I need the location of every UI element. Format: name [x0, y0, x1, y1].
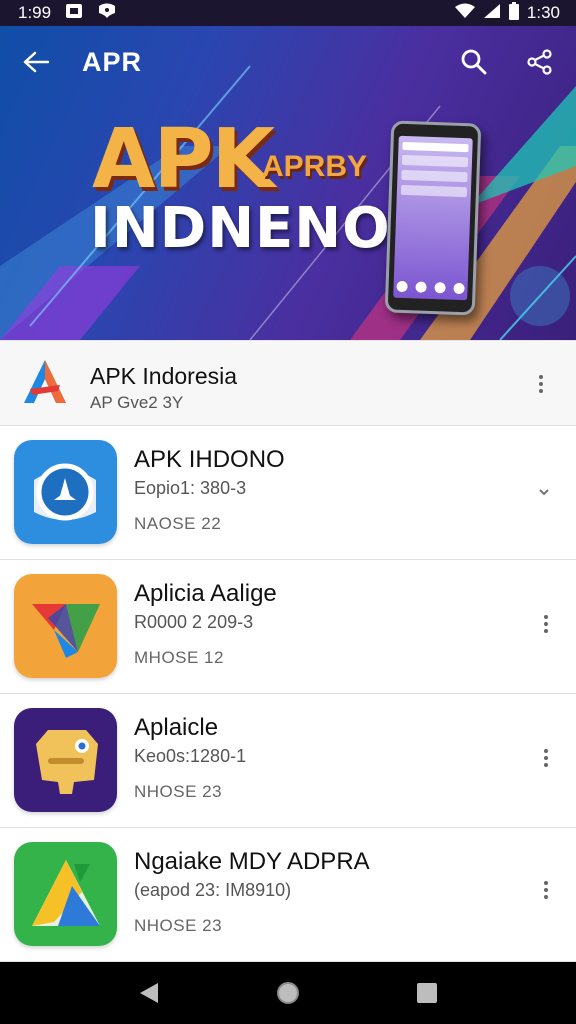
app-list-item[interactable]: Aplicia Aalige R0000 2 209-3 MHOSE 12: [0, 560, 576, 694]
share-icon: [527, 49, 552, 75]
app-meta: R0000 2 209-3: [134, 612, 254, 632]
wifi-icon: [454, 3, 475, 24]
purple-robot-icon: [14, 708, 117, 812]
chevron-down-icon: [539, 489, 549, 496]
app-list-item[interactable]: Ngaiake MDY ADPRA (eapod 23: IM8910) NHO…: [0, 828, 576, 962]
more-options-button[interactable]: [530, 368, 552, 400]
system-nav-bar: [0, 962, 576, 1024]
nav-home-button[interactable]: [268, 973, 308, 1013]
more-vert-icon: [544, 881, 548, 885]
orange-colorful-v-icon: [14, 574, 117, 678]
app-meta: Keo0s:1280-1: [134, 746, 247, 766]
app-list-item[interactable]: APK IHDONO Eopio1: 380-3 NAOSE 22: [0, 426, 576, 560]
app-bar: APR: [0, 26, 576, 98]
arrow-left-icon: [23, 51, 49, 73]
app-name: Aplaicle: [134, 714, 219, 741]
nav-back-button[interactable]: [129, 973, 169, 1013]
square-recents-icon: [416, 983, 437, 1003]
app-name: APK IHDONO: [134, 446, 285, 473]
green-triangle-icon: [14, 842, 117, 946]
apk-indonesia-logo-icon: [24, 360, 66, 403]
app-meta: Eopio1: 380-3: [134, 478, 247, 498]
status-bar: 1:99 1:30: [0, 0, 576, 26]
status-time-right: 1:30: [526, 3, 560, 22]
list-header-subtitle: AP Gve2 3Y: [90, 393, 184, 412]
battery-icon: [508, 1, 519, 25]
share-button[interactable]: [522, 44, 558, 80]
more-options-button[interactable]: [533, 476, 555, 508]
app-size: MHOSE 12: [134, 648, 224, 667]
nav-recents-button[interactable]: [407, 973, 447, 1013]
more-vert-icon: [544, 749, 548, 753]
banner-heading-big: APK: [92, 112, 275, 207]
search-button[interactable]: [456, 44, 492, 80]
more-options-button[interactable]: [535, 608, 557, 640]
list-header[interactable]: APK Indoresia AP Gve2 3Y: [0, 340, 576, 426]
app-name: Aplicia Aalige: [134, 580, 277, 607]
more-vert-icon: [544, 615, 548, 619]
circle-home-icon: [276, 982, 299, 1004]
app-size: NHOSE 23: [134, 782, 223, 801]
signal-icon: [483, 3, 501, 24]
notification-icon: [65, 3, 83, 24]
back-button[interactable]: [18, 44, 54, 80]
app-size: NAOSE 22: [134, 514, 222, 533]
app-size: NHOSE 23: [134, 916, 223, 935]
phone-illustration: [384, 120, 482, 316]
more-options-button[interactable]: [535, 874, 557, 906]
app-list-item[interactable]: Aplaicle Keo0s:1280-1 NHOSE 23: [0, 694, 576, 828]
app-bar-title: APR: [82, 46, 143, 77]
banner-heading-small: APRBY: [262, 150, 368, 183]
app-name: Ngaiake MDY ADPRA: [134, 848, 370, 875]
status-time-left: 1:99: [18, 3, 52, 22]
more-options-button[interactable]: [535, 742, 557, 774]
blue-compass-icon: [14, 440, 117, 544]
app-meta: (eapod 23: IM8910): [134, 880, 292, 900]
search-icon: [461, 49, 487, 75]
more-vert-icon: [539, 375, 543, 379]
message-icon: [97, 3, 117, 24]
triangle-back-icon: [140, 983, 159, 1003]
list-header-title: APK Indoresia: [90, 363, 238, 389]
hero-banner: APR APK APRBY INDNENOIA: [0, 26, 576, 340]
